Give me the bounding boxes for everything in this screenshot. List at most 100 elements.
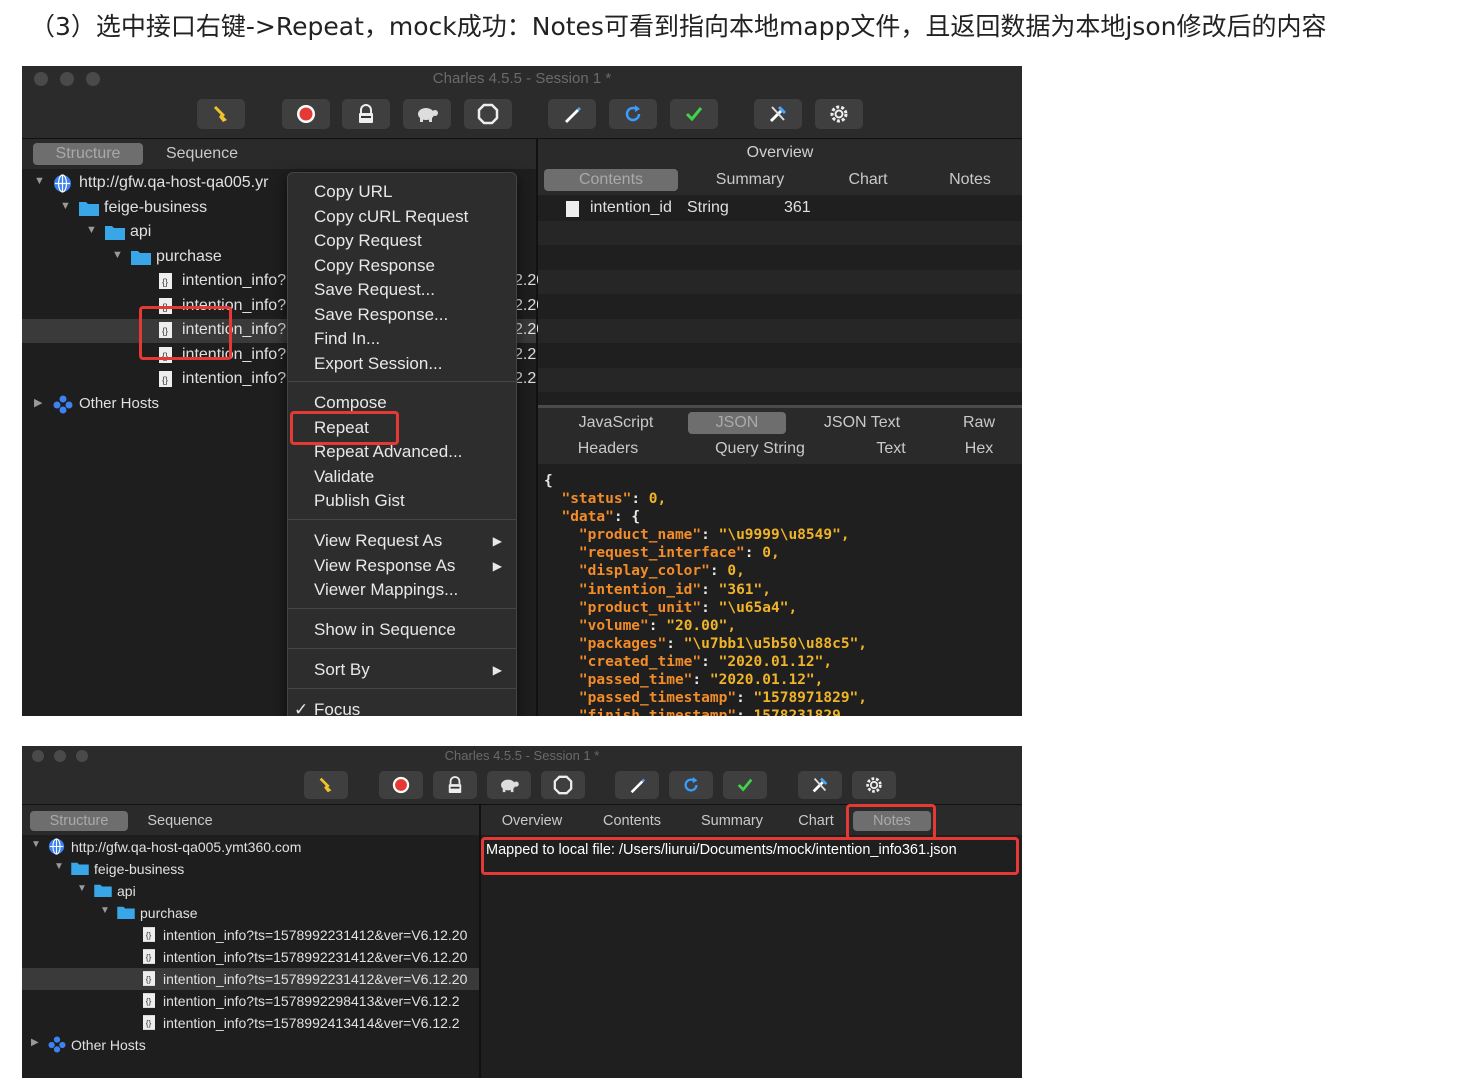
tab-summary[interactable]: Summary bbox=[698, 169, 802, 191]
table-row[interactable]: intention_id String 361 bbox=[538, 196, 1022, 221]
menu-item-find-in[interactable]: Find In... bbox=[288, 327, 516, 351]
tools-icon[interactable] bbox=[754, 99, 802, 129]
host-label: http://gfw.qa-host-qa005.yr bbox=[79, 174, 269, 191]
tab-overview[interactable]: Overview bbox=[491, 811, 573, 831]
window-title: Charles 4.5.5 - Session 1 * bbox=[432, 70, 612, 87]
broom-icon[interactable] bbox=[304, 771, 348, 799]
tab-headers[interactable]: Headers bbox=[558, 438, 658, 460]
submenu-arrow-icon: ▶ bbox=[492, 663, 502, 677]
menu-item-view-response-as[interactable]: View Response As ▶ bbox=[288, 554, 516, 578]
menu-item-focus[interactable]: ✓ Focus bbox=[288, 698, 516, 716]
tab-json[interactable]: JSON bbox=[688, 412, 786, 434]
disclosure-triangle-icon[interactable]: ▼ bbox=[31, 839, 41, 850]
folder-label: feige-business bbox=[94, 861, 185, 877]
lock-icon[interactable] bbox=[342, 99, 390, 129]
tab-contents[interactable]: Contents bbox=[589, 811, 675, 831]
menu-item-sort-by[interactable]: Sort By ▶ bbox=[288, 658, 516, 682]
tree-row-host[interactable]: ▼ http://gfw.qa-host-qa005.ymt360.com bbox=[22, 836, 479, 858]
json-viewer[interactable]: { "status": 0, "data": { "product_name":… bbox=[544, 472, 867, 716]
menu-item-copy-response[interactable]: Copy Response bbox=[288, 254, 516, 278]
json-line: "product_unit": "\u65a4", bbox=[544, 599, 867, 617]
tab-contents[interactable]: Contents bbox=[544, 169, 678, 191]
menu-item-publish-gist[interactable]: Publish Gist bbox=[288, 489, 516, 513]
broom-icon[interactable] bbox=[197, 99, 245, 129]
overview-label[interactable]: Overview bbox=[538, 144, 1022, 162]
json-colon: : bbox=[701, 653, 719, 670]
tree-row-folder[interactable]: ▼ api bbox=[22, 880, 479, 902]
menu-item-copy-curl-request[interactable]: Copy cURL Request bbox=[288, 205, 516, 229]
menu-item-copy-request[interactable]: Copy Request bbox=[288, 229, 516, 253]
tree-row-file[interactable]: {} intention_info?ts=1578992298413&ver=V… bbox=[22, 990, 479, 1012]
tab-json-text[interactable]: JSON Text bbox=[808, 412, 916, 434]
gear-icon[interactable] bbox=[852, 771, 896, 799]
record-icon[interactable] bbox=[379, 771, 423, 799]
file-suffix: 2.2 bbox=[514, 370, 537, 387]
check-icon[interactable] bbox=[670, 99, 718, 129]
menu-item-copy-url[interactable]: Copy URL bbox=[288, 180, 516, 204]
check-icon[interactable] bbox=[723, 771, 767, 799]
tab-text[interactable]: Text bbox=[856, 438, 926, 460]
tree-row-other-hosts[interactable]: ▶ Other Hosts bbox=[22, 1034, 479, 1056]
disclosure-triangle-icon[interactable]: ▶ bbox=[34, 396, 42, 409]
record-icon[interactable] bbox=[282, 99, 330, 129]
tab-javascript[interactable]: JavaScript bbox=[558, 412, 674, 434]
tree-row-folder[interactable]: ▼ purchase bbox=[22, 902, 479, 924]
disclosure-triangle-icon[interactable]: ▼ bbox=[100, 905, 110, 916]
disclosure-triangle-icon[interactable]: ▼ bbox=[86, 224, 97, 236]
disclosure-triangle-icon[interactable]: ▶ bbox=[31, 1037, 39, 1048]
refresh-icon[interactable] bbox=[609, 99, 657, 129]
tree-row-folder[interactable]: ▼ feige-business bbox=[22, 858, 479, 880]
submenu-arrow-icon: ▶ bbox=[492, 534, 502, 548]
tree-row-file-selected[interactable]: {} intention_info?ts=1578992231412&ver=V… bbox=[22, 968, 479, 990]
tools-icon[interactable] bbox=[798, 771, 842, 799]
turtle-icon[interactable] bbox=[487, 771, 531, 799]
menu-item-show-in-sequence[interactable]: Show in Sequence bbox=[288, 618, 516, 642]
menu-item-validate[interactable]: Validate bbox=[288, 465, 516, 489]
tree-row-file[interactable]: {} intention_info?ts=1578992231412&ver=V… bbox=[22, 946, 479, 968]
menu-item-export-session[interactable]: Export Session... bbox=[288, 352, 516, 376]
disclosure-triangle-icon[interactable]: ▼ bbox=[34, 175, 45, 187]
tab-structure[interactable]: Structure bbox=[33, 143, 143, 165]
tree-row-file[interactable]: {} intention_info?ts=1578992231412&ver=V… bbox=[22, 924, 479, 946]
stop-icon[interactable] bbox=[464, 99, 512, 129]
folder-label: purchase bbox=[140, 905, 198, 921]
gear-icon[interactable] bbox=[815, 99, 863, 129]
json-colon: : bbox=[709, 563, 728, 580]
json-line: "passed_time": "2020.01.12", bbox=[544, 671, 867, 689]
disclosure-triangle-icon[interactable]: ▼ bbox=[77, 883, 87, 894]
tab-sequence[interactable]: Sequence bbox=[134, 811, 226, 831]
stop-icon[interactable] bbox=[541, 771, 585, 799]
tab-sequence[interactable]: Sequence bbox=[152, 143, 252, 165]
lock-icon[interactable] bbox=[433, 771, 477, 799]
json-line: "display_color": 0, bbox=[544, 562, 867, 580]
menu-item-save-response[interactable]: Save Response... bbox=[288, 303, 516, 327]
menu-item-label: Focus bbox=[314, 700, 361, 716]
menu-item-viewer-mappings[interactable]: Viewer Mappings... bbox=[288, 578, 516, 602]
file-label: intention_info?ts=1578992231412&ver=V6.1… bbox=[163, 971, 468, 987]
pen-icon[interactable] bbox=[615, 771, 659, 799]
tab-hex[interactable]: Hex bbox=[944, 438, 1014, 460]
disclosure-triangle-icon[interactable]: ▼ bbox=[54, 861, 64, 872]
refresh-icon[interactable] bbox=[669, 771, 713, 799]
tab-chart[interactable]: Chart bbox=[785, 811, 847, 831]
tree-row-file[interactable]: {} intention_info?ts=1578992413414&ver=V… bbox=[22, 1012, 479, 1034]
tab-structure[interactable]: Structure bbox=[30, 811, 128, 831]
folder-icon bbox=[117, 905, 135, 924]
tab-query-string[interactable]: Query String bbox=[698, 438, 822, 460]
tab-raw[interactable]: Raw bbox=[944, 412, 1014, 434]
tab-summary[interactable]: Summary bbox=[689, 811, 775, 831]
json-key: "status" bbox=[561, 491, 632, 508]
tab-chart[interactable]: Chart bbox=[828, 169, 908, 191]
menu-item-save-request[interactable]: Save Request... bbox=[288, 278, 516, 302]
disclosure-triangle-icon[interactable]: ▼ bbox=[112, 249, 123, 261]
pen-icon[interactable] bbox=[548, 99, 596, 129]
json-value: { bbox=[544, 473, 553, 489]
table-row bbox=[538, 318, 1022, 343]
turtle-icon[interactable] bbox=[403, 99, 451, 129]
file-icon: {} bbox=[143, 1015, 155, 1035]
menu-item-view-request-as[interactable]: View Request As ▶ bbox=[288, 529, 516, 553]
tab-notes[interactable]: Notes bbox=[930, 169, 1010, 191]
disclosure-triangle-icon[interactable]: ▼ bbox=[60, 200, 71, 212]
table-row bbox=[538, 294, 1022, 319]
annotation-highlight-notes-tab bbox=[846, 804, 936, 840]
